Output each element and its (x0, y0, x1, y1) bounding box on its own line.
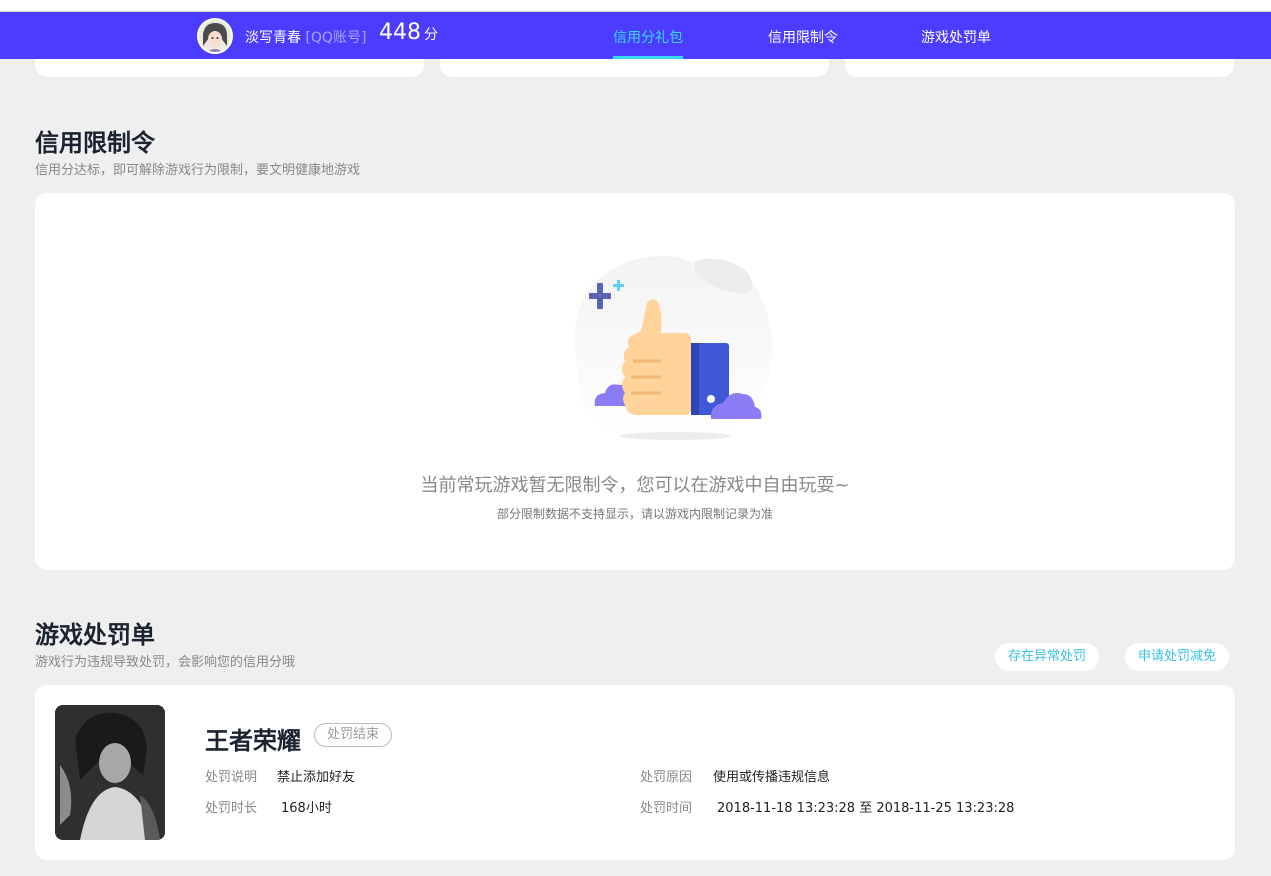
game-name: 王者荣耀 (205, 727, 301, 755)
gift-card-bottom-3 (845, 59, 1234, 77)
restriction-empty-note: 部分限制数据不支持显示，请以游戏内限制记录为准 (496, 507, 773, 521)
penalty-record-card: 王者荣耀 处罚结束 处罚说明 禁止添加好友 处罚时长 168小时 处罚原因 使用… (35, 685, 1235, 860)
penalty-time-value: 2018-11-18 13:23:28 至 2018-11-25 13:23:2… (717, 801, 1015, 816)
user-avatar[interactable] (197, 18, 233, 54)
restriction-section-title: 信用限制令 (35, 129, 155, 157)
penalty-duration-label: 处罚时长 (205, 801, 258, 816)
penalty-desc-label: 处罚说明 (205, 770, 258, 785)
penalty-reason-label: 处罚原因 (640, 770, 693, 785)
gift-card-bottom-1 (35, 59, 424, 77)
gift-card-bottom-2 (440, 59, 829, 77)
tab-penalty-list[interactable]: 游戏处罚单 (921, 27, 991, 47)
thumbs-up-illustration-icon (574, 255, 773, 443)
nickname-text: 淡写青春 (245, 30, 301, 46)
penalty-section-subtitle: 游戏行为违规导致处罚，会影响您的信用分哦 (35, 655, 296, 670)
hero-portrait-icon (55, 705, 165, 840)
account-type: [QQ账号] (305, 30, 367, 46)
tab-credit-gift[interactable]: 信用分礼包 (613, 27, 683, 47)
user-nickname: 淡写青春 [QQ账号] (245, 27, 366, 47)
score-value: 448 (379, 20, 421, 45)
credit-score: 448 分 (379, 20, 438, 45)
penalty-desc-value: 禁止添加好友 (277, 770, 356, 785)
penalty-duration-value: 168小时 (281, 801, 332, 816)
penalty-status-badge: 处罚结束 (314, 723, 393, 747)
top-navbar: 淡写青春 [QQ账号] 448 分 信用分礼包 信用限制令 游戏处罚单 (0, 12, 1271, 59)
score-unit: 分 (424, 27, 438, 43)
penalty-section-title: 游戏处罚单 (35, 621, 155, 649)
tab-credit-restriction[interactable]: 信用限制令 (768, 27, 838, 47)
abnormal-penalty-button[interactable]: 存在异常处罚 (995, 643, 1100, 671)
apply-penalty-reduction-button[interactable]: 申请处罚减免 (1125, 643, 1230, 671)
restriction-empty-card: 当前常玩游戏暂无限制令，您可以在游戏中自由玩耍~ 部分限制数据不支持显示，请以游… (35, 193, 1235, 570)
browser-top-strip (0, 0, 1271, 12)
game-hero-image (55, 705, 165, 840)
restriction-section-subtitle: 信用分达标，即可解除游戏行为限制，要文明健康地游戏 (35, 163, 361, 178)
penalty-reason-value: 使用或传播违规信息 (713, 770, 831, 785)
restriction-empty-message: 当前常玩游戏暂无限制令，您可以在游戏中自由玩耍~ (420, 475, 850, 496)
avatar-portrait-icon (199, 20, 231, 52)
penalty-time-label: 处罚时间 (640, 801, 693, 816)
